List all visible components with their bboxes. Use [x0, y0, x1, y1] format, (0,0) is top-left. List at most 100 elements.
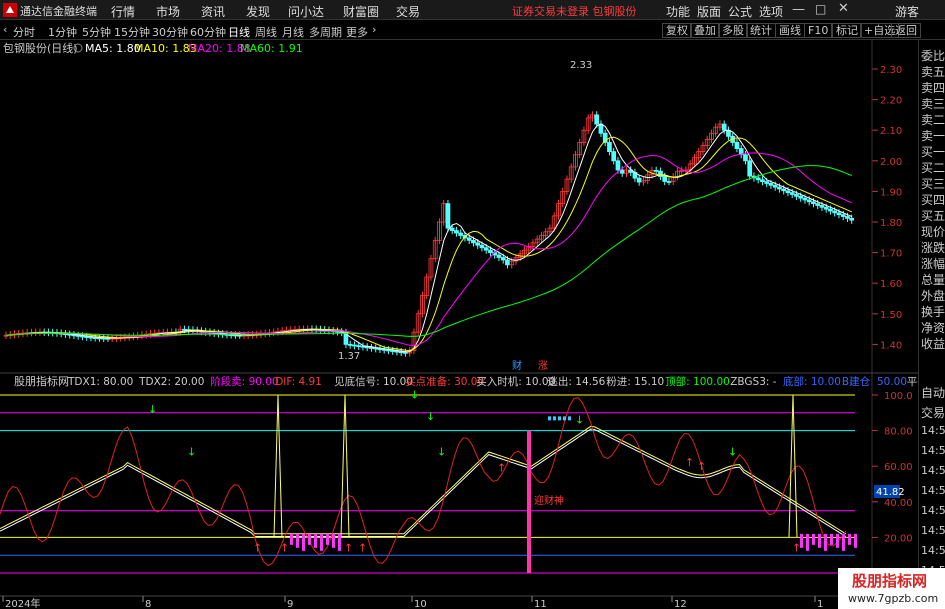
- back-button[interactable]: 返回: [891, 23, 921, 38]
- candle-body: [377, 348, 383, 351]
- menu-item-function[interactable]: 功能: [666, 3, 690, 20]
- side-panel-item[interactable]: 卖五: [921, 63, 945, 80]
- side-panel-item[interactable]: 现价: [921, 223, 945, 240]
- side-panel-item[interactable]: 外盘: [921, 287, 945, 304]
- side-panel-item[interactable]: 买二: [921, 159, 945, 176]
- candle-body: [764, 181, 770, 184]
- menu-item-options[interactable]: 选项: [759, 3, 783, 20]
- statistics-button[interactable]: 统计: [746, 23, 776, 38]
- menu-item-trade[interactable]: 交易: [396, 3, 420, 20]
- guest-label[interactable]: 游客: [895, 3, 919, 20]
- period-tab-5min[interactable]: 5分钟: [82, 24, 111, 40]
- limit-up-badge[interactable]: 涨: [538, 360, 548, 372]
- period-tab-15min[interactable]: 15分钟: [114, 24, 150, 40]
- main-y-axis: 2.30 2.20 2.10 2.00 1.90 1.80 1.70 1.60 1.50 1.40: [871, 40, 902, 373]
- y-tick-label: 1.80: [880, 218, 902, 229]
- candle-body: [849, 217, 855, 221]
- indicator-param-2: 阶段卖: 90.00: [210, 375, 278, 388]
- period-tab-timeshare[interactable]: 分时: [13, 24, 35, 40]
- period-tab-daily[interactable]: 日线: [228, 24, 250, 40]
- side-panel-item[interactable]: 收益: [921, 335, 945, 352]
- candle-body: [92, 337, 98, 339]
- side-panel-item[interactable]: 卖一: [921, 127, 945, 144]
- period-tab-weekly[interactable]: 周线: [255, 24, 277, 40]
- candle-body: [768, 183, 774, 186]
- menu-item-layout[interactable]: 版面: [697, 3, 721, 20]
- side-panel-item[interactable]: 总量: [921, 271, 945, 288]
- draw-line-button[interactable]: 画线: [775, 23, 805, 38]
- chevron-left-icon[interactable]: ‹: [3, 23, 7, 36]
- candle-body: [454, 230, 459, 234]
- side-panel-item[interactable]: 委比: [921, 47, 945, 64]
- adjust-button[interactable]: 复权: [662, 23, 692, 38]
- indicator-param-1: TDX2: 20.00: [138, 376, 204, 388]
- app-logo-icon: [3, 3, 17, 17]
- side-panel-item[interactable]: 买三: [921, 175, 945, 192]
- mark-button[interactable]: 标记: [832, 23, 862, 38]
- candle-body: [615, 160, 621, 171]
- y-tick-label: 2.10: [880, 126, 902, 137]
- side-panel-item[interactable]: 买五: [921, 207, 945, 224]
- candle-body: [80, 335, 85, 338]
- x-tick-label: 8: [145, 599, 151, 609]
- side-panel-item[interactable]: 净资: [921, 319, 945, 336]
- menu-item-formula[interactable]: 公式: [728, 3, 752, 20]
- side-panel-item[interactable]: 卖二: [921, 111, 945, 128]
- period-tab-more[interactable]: 更多: [346, 24, 368, 40]
- menu-item-quotes[interactable]: 行情: [111, 3, 135, 20]
- minimize-icon[interactable]: —: [792, 2, 805, 17]
- login-status[interactable]: 证券交易未登录 包钢股份: [512, 3, 637, 19]
- side-panel-item[interactable]: 卖三: [921, 95, 945, 112]
- multi-stock-button[interactable]: 多股: [718, 23, 748, 38]
- close-icon[interactable]: ✕: [838, 1, 849, 16]
- side-panel-item[interactable]: 涨跌: [921, 239, 945, 256]
- spike-line: [273, 394, 283, 538]
- side-panel-item[interactable]: 涨幅: [921, 255, 945, 272]
- x-axis: 2024年 8 9 10 11 12 1: [2, 596, 823, 609]
- side-panel-item[interactable]: 卖四: [921, 79, 945, 96]
- y-tick-label: 1.90: [880, 187, 902, 198]
- auto-trade-item[interactable]: 交易: [921, 404, 945, 421]
- candle-body: [594, 114, 600, 125]
- side-panel-item[interactable]: 买四: [921, 191, 945, 208]
- period-tab-60min[interactable]: 60分钟: [190, 24, 226, 40]
- indicator-param-3: DIF: 4.91: [275, 376, 322, 388]
- watermark-title: 股朋指标网: [852, 572, 928, 590]
- period-tab-multi[interactable]: 多周期: [309, 24, 342, 40]
- finance-badge[interactable]: 财: [512, 359, 522, 372]
- sell-arrow-icon: ↓: [437, 446, 446, 459]
- histogram-bar: [320, 533, 323, 551]
- chart-canvas[interactable]: 包钢股份(日线) MA5: 1.80 MA10: 1.83 MA20: 1.88…: [0, 40, 918, 609]
- menu-item-news[interactable]: 资讯: [201, 3, 225, 20]
- chevron-right-icon[interactable]: ›: [372, 23, 376, 36]
- menu-item-wealth[interactable]: 财富圈: [343, 3, 379, 20]
- f10-button[interactable]: F10: [804, 23, 833, 38]
- indicator-param-6: 买入时机: 10.00: [476, 375, 555, 388]
- candle-body: [369, 347, 374, 349]
- high-price-label: 2.33: [570, 60, 592, 71]
- x-tick-label: 12: [674, 599, 687, 609]
- candle-body: [347, 343, 353, 346]
- period-tab-30min[interactable]: 30分钟: [152, 24, 188, 40]
- side-panel-item[interactable]: 买一: [921, 143, 945, 160]
- candle-body: [505, 259, 510, 266]
- ma60-label: MA60: 1.91: [240, 42, 303, 55]
- indicator-header: 股朋指标网 TDX1: 80.00 TDX2: 20.00 阶段卖: 90.00DIF…: [14, 374, 918, 388]
- candle-body: [636, 177, 642, 183]
- maximize-icon[interactable]: □: [815, 2, 826, 16]
- menu-item-market[interactable]: 市场: [156, 3, 180, 20]
- period-tab-1min[interactable]: 1分钟: [48, 24, 77, 40]
- period-tab-monthly[interactable]: 月线: [282, 24, 304, 40]
- candle-body: [360, 345, 366, 348]
- side-panel-item[interactable]: 换手: [921, 303, 945, 320]
- overlay-button[interactable]: 叠加: [690, 23, 720, 38]
- low-price-label: 1.37: [338, 351, 360, 362]
- auto-trade-item[interactable]: 自动: [921, 384, 945, 401]
- menu-bar: 通达信金融终端 行情 市场 资讯 发现 问小达 财富圈 交易 证券交易未登录 包…: [0, 0, 945, 20]
- y-tick-label: 1.40: [880, 340, 902, 351]
- menu-item-discover[interactable]: 发现: [246, 3, 270, 20]
- candle-body: [743, 154, 748, 162]
- menu-item-assistant[interactable]: 问小达: [288, 3, 324, 20]
- indicator-param-13: 平衡: 35: [907, 376, 918, 388]
- candle-body: [398, 351, 404, 354]
